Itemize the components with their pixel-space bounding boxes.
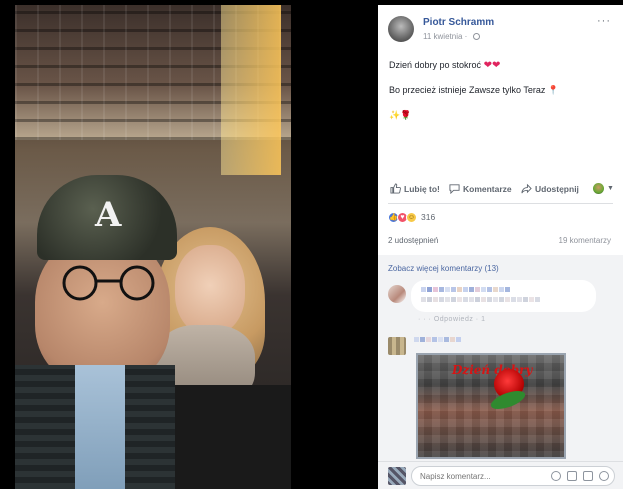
commenter-avatar[interactable]: [388, 285, 406, 303]
comment-icon: [449, 184, 460, 194]
reactions-summary[interactable]: 👍 ♥ ☺ 316: [388, 210, 435, 224]
heart-emoji: ❤❤: [483, 60, 501, 71]
sticker-icon[interactable]: [599, 471, 609, 481]
post-meta: 11 kwietnia ·: [423, 32, 480, 41]
post-text: Dzień dobry po stokroć ❤❤ Bo przecież is…: [389, 59, 614, 134]
camera-icon[interactable]: [567, 471, 577, 481]
sticker-frame: [416, 353, 566, 459]
like-button[interactable]: Lubię to!: [390, 183, 440, 194]
comments-area: Zobacz więcej komentarzy (13) · · · Odpo…: [378, 255, 623, 489]
haha-reaction-icon: ☺: [406, 211, 417, 223]
comments-count[interactable]: 19 komentarzy: [559, 236, 611, 245]
post-header: Piotr Schramm 11 kwietnia · ···: [378, 5, 623, 53]
pin-emoji: 📍: [547, 85, 560, 95]
comment-button[interactable]: Komentarze: [449, 183, 512, 194]
author-name[interactable]: Piotr Schramm: [423, 17, 494, 28]
post-panel: Piotr Schramm 11 kwietnia · ··· Dzień do…: [378, 5, 623, 489]
sparkles-rose-emoji: ✨🌹: [389, 110, 412, 120]
share-icon: [521, 183, 532, 194]
share-button[interactable]: Udostępnij: [521, 183, 579, 194]
more-options-button[interactable]: ···: [597, 15, 611, 27]
blurred-name: [421, 287, 510, 292]
photo-woman-face: [175, 245, 245, 335]
cap-logo: A: [95, 195, 122, 235]
author-avatar[interactable]: [388, 16, 414, 42]
current-user-avatar: [388, 467, 406, 485]
commenter-avatar[interactable]: [388, 337, 406, 355]
post-date[interactable]: 11 kwietnia: [423, 32, 462, 41]
reaction-selector[interactable]: ▼: [593, 183, 614, 194]
thumbs-up-icon: [390, 183, 401, 194]
post-photo[interactable]: A: [15, 5, 291, 489]
comment-sticker-image[interactable]: Dzień dobry: [416, 353, 566, 459]
gif-icon[interactable]: [583, 471, 593, 481]
see-more-comments-link[interactable]: Zobacz więcej komentarzy (13): [388, 264, 499, 273]
divider: [388, 203, 613, 204]
post-actions: Lubię to! Komentarze Udostępnij ▼: [378, 181, 623, 199]
blurred-name: [414, 337, 461, 342]
comment-meta[interactable]: · · · Odpowiedz · 1: [418, 316, 485, 323]
shares-count[interactable]: 2 udostępnień: [388, 236, 438, 245]
globe-icon[interactable]: [472, 33, 480, 40]
post-line-2: Bo przecież istnieje Zawsze tylko Teraz …: [389, 85, 560, 95]
photo-coat: [165, 385, 291, 489]
post-line-1: Dzień dobry po stokroć ❤❤: [389, 60, 501, 71]
photo-shirt: [75, 365, 125, 489]
chevron-down-icon: ▼: [607, 185, 614, 192]
post-line-3: ✨🌹: [389, 109, 614, 122]
input-icons: [551, 471, 609, 481]
write-comment-bar: [378, 461, 623, 489]
photo-glasses: [62, 265, 155, 301]
page-avatar-icon: [593, 183, 604, 194]
photo-light: [221, 5, 281, 175]
reaction-count: 316: [421, 212, 436, 222]
comment-bubble: [411, 280, 596, 312]
blurred-comment-text: [421, 297, 540, 302]
emoji-icon[interactable]: [551, 471, 561, 481]
photo-viewer: A: [0, 0, 378, 489]
